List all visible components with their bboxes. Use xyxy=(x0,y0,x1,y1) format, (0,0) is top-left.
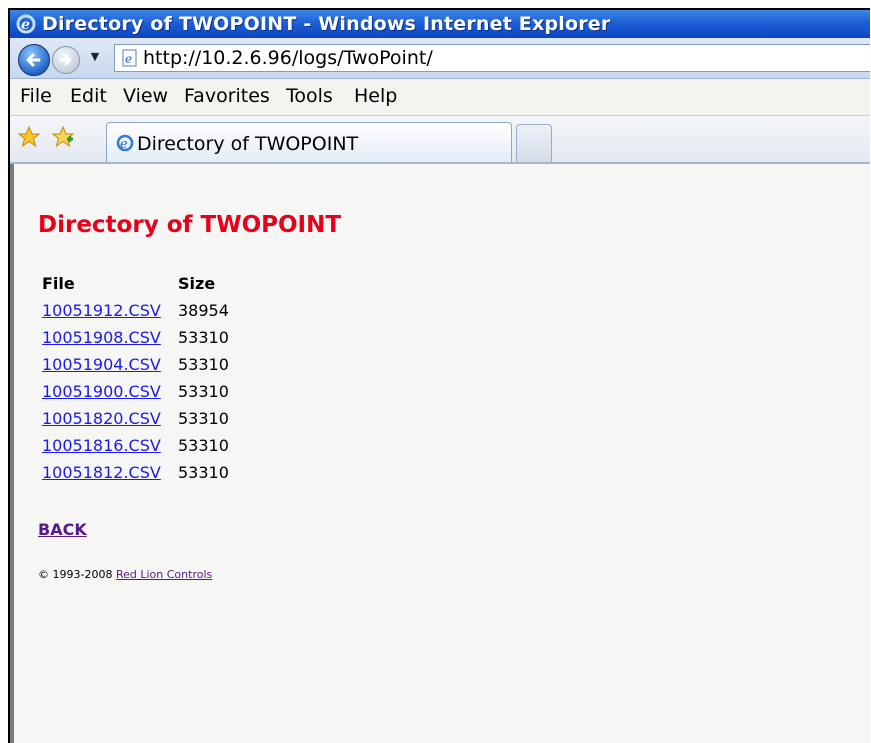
file-link[interactable]: 10051904.CSV xyxy=(42,355,161,374)
svg-text:e: e xyxy=(21,17,30,33)
history-dropdown-icon[interactable]: ▼ xyxy=(88,50,102,64)
menu-bar: File Edit View Favorites Tools Help xyxy=(10,79,870,116)
menu-favorites[interactable]: Favorites xyxy=(184,85,270,107)
tab-label: Directory of TWOPOINT xyxy=(137,133,359,155)
file-size: 53310 xyxy=(178,436,229,455)
favorites-tab-bar: e Directory of TWOPOINT xyxy=(10,116,870,164)
file-link[interactable]: 10051820.CSV xyxy=(42,409,161,428)
address-bar[interactable]: e xyxy=(114,44,870,72)
add-favorite-icon[interactable] xyxy=(51,125,75,148)
file-link[interactable]: 10051816.CSV xyxy=(42,436,161,455)
ie-logo-icon: e xyxy=(16,14,36,34)
page-content: Directory of TWOPOINT File Size 10051912… xyxy=(10,164,870,743)
browser-window: e Directory of TWOPOINT - Windows Intern… xyxy=(8,8,870,743)
window-title: Directory of TWOPOINT - Windows Internet… xyxy=(42,13,611,35)
navigation-bar: ▼ e xyxy=(10,38,870,79)
table-row: 10051812.CSV 53310 xyxy=(14,463,414,490)
table-row: 10051912.CSV 38954 xyxy=(14,301,414,328)
back-arrow-icon xyxy=(26,53,41,67)
column-header-file: File xyxy=(42,274,75,293)
address-input[interactable] xyxy=(143,46,863,70)
table-row: 10051820.CSV 53310 xyxy=(14,409,414,436)
menu-help[interactable]: Help xyxy=(354,85,397,107)
file-link[interactable]: 10051812.CSV xyxy=(42,463,161,482)
menu-file[interactable]: File xyxy=(20,85,52,107)
svg-text:e: e xyxy=(120,137,128,152)
table-row: 10051816.CSV 53310 xyxy=(14,436,414,463)
file-size: 38954 xyxy=(178,301,229,320)
forward-arrow-icon xyxy=(59,54,72,66)
page-title: Directory of TWOPOINT xyxy=(38,212,342,238)
back-button[interactable] xyxy=(18,44,50,76)
file-size: 53310 xyxy=(178,382,229,401)
title-bar: e Directory of TWOPOINT - Windows Intern… xyxy=(10,10,870,38)
red-lion-link[interactable]: Red Lion Controls xyxy=(116,568,212,581)
file-link[interactable]: 10051908.CSV xyxy=(42,328,161,347)
menu-edit[interactable]: Edit xyxy=(70,85,107,107)
file-size: 53310 xyxy=(178,409,229,428)
table-row: 10051908.CSV 53310 xyxy=(14,328,414,355)
back-link[interactable]: BACK xyxy=(38,520,87,539)
favorites-star-icon[interactable] xyxy=(17,125,41,148)
new-tab-button[interactable] xyxy=(516,124,552,162)
menu-view[interactable]: View xyxy=(123,85,168,107)
file-size: 53310 xyxy=(178,463,229,482)
browser-tab[interactable]: e Directory of TWOPOINT xyxy=(106,122,512,162)
file-size: 53310 xyxy=(178,328,229,347)
forward-button[interactable] xyxy=(52,46,80,74)
ie-page-icon: e xyxy=(115,133,135,153)
page-icon: e xyxy=(121,49,139,67)
column-header-size: Size xyxy=(178,274,216,293)
menu-tools[interactable]: Tools xyxy=(286,85,333,107)
footer: © 1993-2008 Red Lion Controls xyxy=(38,568,212,581)
file-size: 53310 xyxy=(178,355,229,374)
svg-text:e: e xyxy=(125,52,132,66)
table-row: 10051900.CSV 53310 xyxy=(14,382,414,409)
copyright-text: © 1993-2008 xyxy=(38,568,113,581)
file-link[interactable]: 10051912.CSV xyxy=(42,301,161,320)
table-row: 10051904.CSV 53310 xyxy=(14,355,414,382)
file-link[interactable]: 10051900.CSV xyxy=(42,382,161,401)
